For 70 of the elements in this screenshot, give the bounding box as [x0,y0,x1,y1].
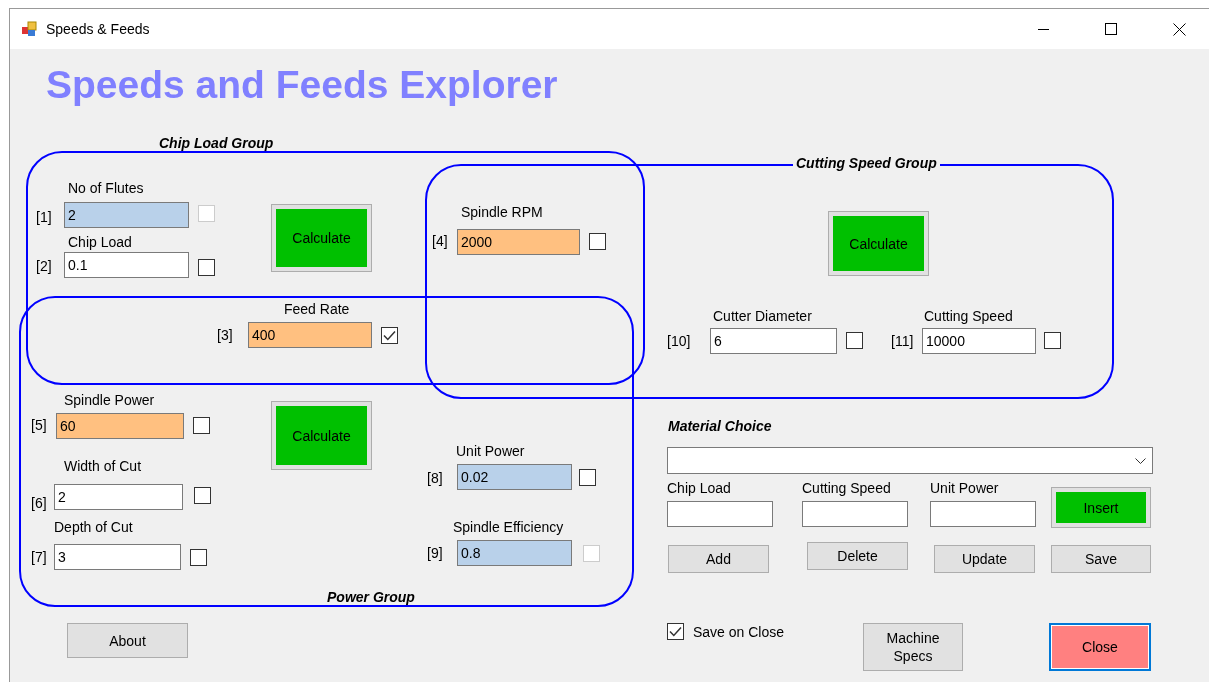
checkbox-label: Save on Close [693,624,785,640]
field-label: No of Flutes [68,180,144,196]
field-index: [6] [31,495,47,511]
field-index: [7] [31,549,47,565]
action-button[interactable]: Machine Specs [863,623,963,671]
app-heading: Speeds and Feeds Explorer [46,63,558,107]
action-button[interactable]: Delete [807,542,908,570]
field-index: [4] [432,233,448,249]
close-icon [1172,22,1186,36]
field-label: Spindle Power [64,392,155,408]
input-field[interactable] [930,501,1036,527]
calculate-button[interactable]: Calculate [271,401,372,470]
action-button[interactable]: Update [934,545,1035,573]
input-field[interactable]: 0.1 [64,252,189,278]
input-field[interactable] [667,501,773,527]
input-field[interactable]: 10000 [922,328,1036,354]
checkbox[interactable] [579,469,596,486]
action-button[interactable]: Insert [1051,487,1151,528]
field-index: [5] [31,417,47,433]
checkbox[interactable] [667,623,684,640]
checkbox[interactable] [381,327,398,344]
field-index: [8] [427,470,443,486]
checkbox[interactable] [589,233,606,250]
field-label: Cutting Speed [924,308,1013,324]
group-title: Power Group [324,589,418,605]
checkbox[interactable] [193,417,210,434]
field-label: Chip Load [68,234,132,250]
field-index: [11] [891,333,914,349]
action-button[interactable]: About [67,623,188,658]
input-field[interactable]: 2000 [457,229,580,255]
checkbox[interactable] [198,259,215,276]
field-index: [10] [667,333,691,349]
field-label: Cutting Speed [802,480,891,496]
window-title: Speeds & Feeds [46,21,151,37]
field-label: Depth of Cut [54,519,133,535]
input-field[interactable]: 3 [54,544,181,570]
field-index: [1] [36,209,52,225]
field-index: [9] [427,545,443,561]
input-field[interactable]: 6 [710,328,837,354]
input-field[interactable] [802,501,908,527]
group-title: Cutting Speed Group [793,155,940,171]
action-button[interactable]: Close [1049,623,1151,671]
minimize-icon [1037,28,1049,30]
field-label: Spindle RPM [461,204,543,220]
app-icon [22,21,38,37]
calculate-button[interactable]: Calculate [271,204,372,272]
input-field[interactable]: 400 [248,322,372,348]
checkbox[interactable] [1044,332,1061,349]
checkbox[interactable] [194,487,211,504]
checkbox[interactable] [190,549,207,566]
section-title: Material Choice [665,418,775,434]
field-index: [3] [217,327,233,343]
calculate-button[interactable]: Calculate [828,211,929,276]
field-index: [2] [36,258,52,274]
field-label: Spindle Efficiency [453,519,564,535]
input-field[interactable]: 60 [56,413,184,439]
input-field[interactable]: 2 [54,484,183,510]
action-button[interactable]: Add [668,545,769,573]
field-label: Unit Power [456,443,525,459]
field-label: Chip Load [667,480,731,496]
maximize-icon [1105,23,1117,35]
field-label: Cutter Diameter [713,308,812,324]
action-button[interactable]: Save [1051,545,1151,573]
checkbox[interactable] [846,332,863,349]
material-dropdown[interactable] [667,447,1153,474]
field-label: Unit Power [930,480,999,496]
chevron-down-icon [1135,457,1146,464]
field-label: Feed Rate [284,301,350,317]
field-label: Width of Cut [64,458,142,474]
input-field[interactable]: 0.02 [457,464,572,490]
